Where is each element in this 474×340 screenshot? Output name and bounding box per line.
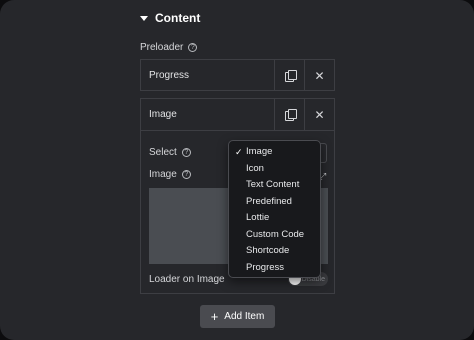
preloader-label: Preloader (140, 42, 184, 53)
content-section-toggle[interactable]: Content (140, 11, 200, 25)
loader-on-image-label: Loader on Image (149, 274, 225, 285)
help-circle-icon[interactable]: ? (181, 170, 191, 179)
dropdown-option[interactable]: Text Content (229, 177, 320, 194)
preloader-label-row: Preloader ? (140, 42, 198, 53)
repeater-item-title[interactable]: Progress (141, 70, 274, 81)
loader-on-image-row: Loader on Image (149, 274, 225, 285)
add-item-label: Add Item (224, 311, 265, 322)
divider (141, 130, 334, 131)
help-circle-icon[interactable]: ? (181, 148, 191, 157)
image-label: Image (149, 169, 177, 180)
dropdown-option[interactable]: Lottie (229, 210, 320, 227)
select-field-label: Select ? (149, 147, 191, 158)
section-title: Content (155, 11, 201, 25)
dropdown-option[interactable]: Custom Code (229, 227, 320, 244)
dropdown-option[interactable]: Icon (229, 161, 320, 178)
dropdown-option[interactable]: Predefined (229, 194, 320, 211)
duplicate-button[interactable] (274, 60, 304, 91)
add-item-button[interactable]: + Add Item (200, 305, 275, 328)
remove-button[interactable]: ✕ (304, 60, 334, 91)
select-label: Select (149, 147, 177, 158)
duplicate-button[interactable] (274, 99, 304, 130)
close-icon: ✕ (314, 107, 325, 122)
dropdown-option[interactable]: Image (229, 144, 320, 161)
help-circle-icon[interactable]: ? (188, 43, 198, 52)
panel: Content Preloader ? Progress ✕ Image ✕ S… (0, 0, 474, 340)
repeater-item-title[interactable]: Image (141, 109, 274, 120)
close-icon: ✕ (314, 68, 325, 83)
preloader-type-dropdown: Image Icon Text Content Predefined Lotti… (228, 140, 321, 278)
copy-icon (284, 109, 297, 121)
remove-button[interactable]: ✕ (304, 99, 334, 130)
caret-down-icon (140, 15, 148, 21)
copy-icon (284, 70, 297, 82)
dropdown-option[interactable]: Progress (229, 260, 320, 277)
repeater-item-progress: Progress ✕ (140, 59, 335, 91)
dropdown-option[interactable]: Shortcode (229, 243, 320, 260)
plus-icon: + (210, 309, 219, 324)
image-field-label: Image ? (149, 169, 191, 180)
